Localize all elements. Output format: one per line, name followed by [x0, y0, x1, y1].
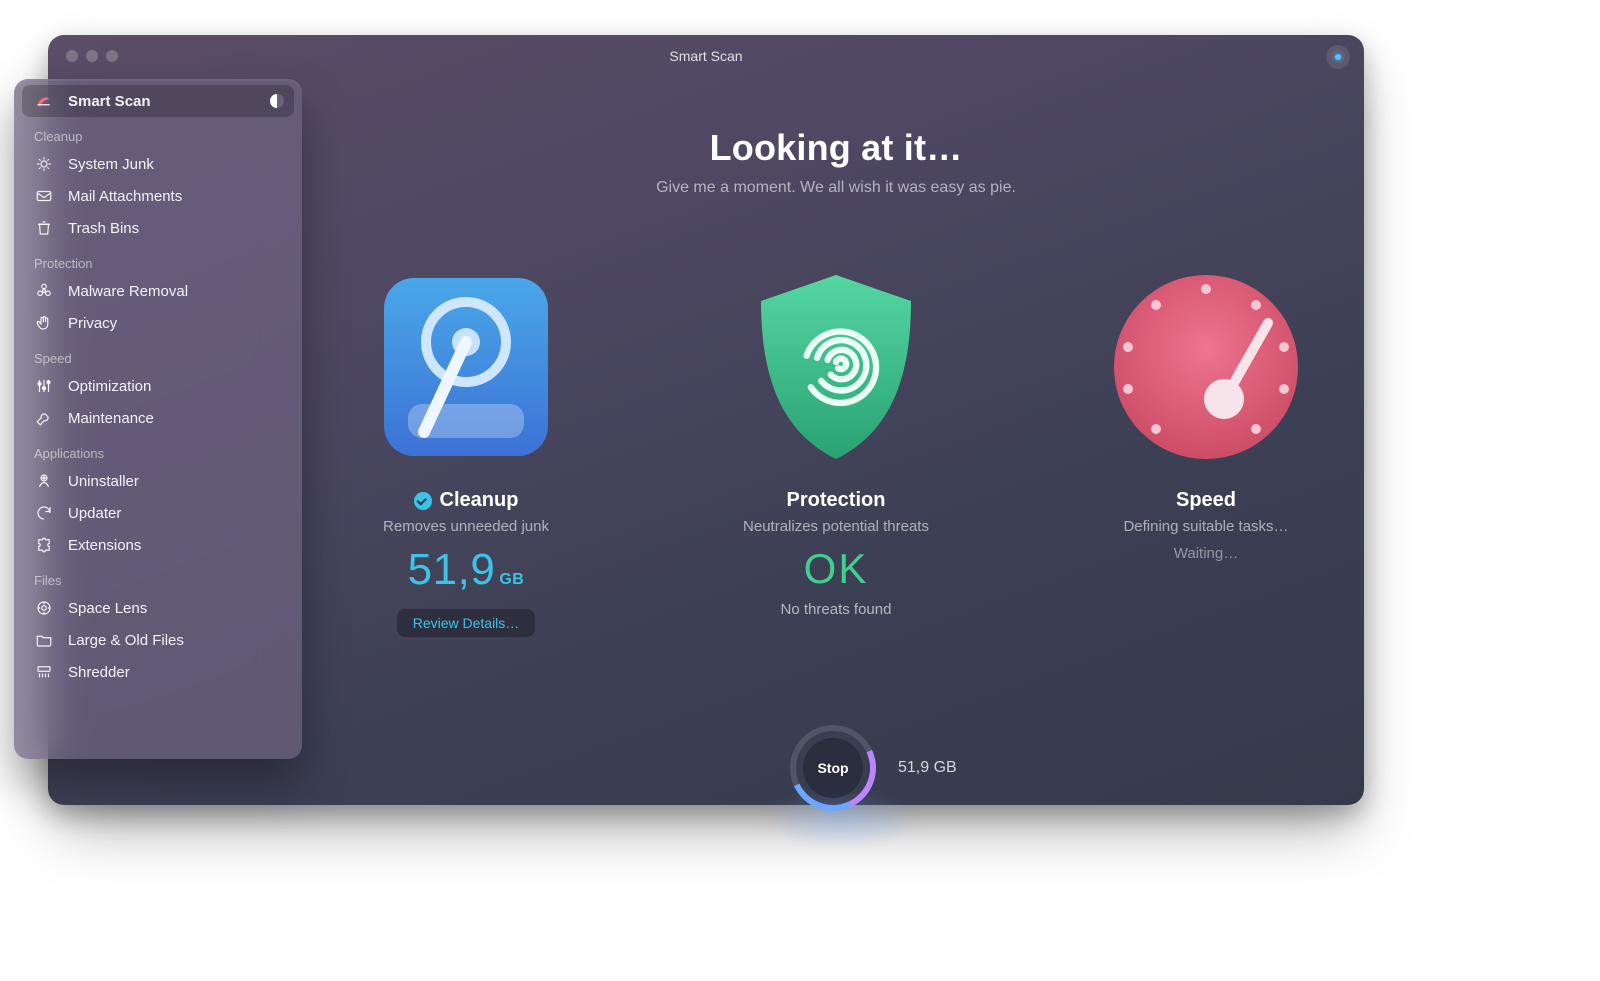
gear-trash-icon [34, 155, 54, 173]
sidebar-header: Files [22, 561, 294, 592]
sidebar-panel: Smart Scan Cleanup System Junk Mail Attachm… [14, 79, 302, 759]
sliders-icon [34, 377, 54, 395]
page-heading: Looking at it… [308, 127, 1364, 169]
card-cleanup-subtitle: Removes unneeded junk [346, 518, 586, 535]
sidebar-item-label: Shredder [68, 664, 130, 681]
sidebar-item-label: Optimization [68, 378, 151, 395]
sidebar-item-label: Malware Removal [68, 283, 188, 300]
hand-icon [34, 314, 54, 332]
card-protection-value: OK [716, 545, 956, 593]
sidebar-header: Applications [22, 434, 294, 465]
radar-icon [34, 92, 54, 110]
check-icon [414, 492, 432, 510]
sidebar-item-maintenance[interactable]: Maintenance [22, 402, 294, 434]
sidebar-item-label: Updater [68, 505, 121, 522]
sidebar-item-space-lens[interactable]: Space Lens [22, 592, 294, 624]
card-speed-subtitle: Defining suitable tasks… [1086, 518, 1326, 535]
shredder-icon [34, 663, 54, 681]
sidebar-item-label: Maintenance [68, 410, 154, 427]
shield-icon [736, 267, 936, 467]
card-protection: Protection Neutralizes potential threats… [716, 267, 956, 637]
window-title: Smart Scan [48, 48, 1364, 64]
sidebar-header: Cleanup [22, 117, 294, 148]
sidebar-item-mail-attachments[interactable]: Mail Attachments [22, 180, 294, 212]
sidebar-item-label: Extensions [68, 537, 141, 554]
review-details-button[interactable]: Review Details… [397, 609, 536, 637]
titlebar: Smart Scan [48, 35, 1364, 77]
disk-icon [366, 267, 566, 467]
sidebar-item-system-junk[interactable]: System Junk [22, 148, 294, 180]
progress-indicator-icon [270, 94, 284, 108]
card-cleanup-title: Cleanup [440, 489, 519, 512]
sidebar-item-label: Smart Scan [68, 93, 151, 110]
close-dot[interactable] [66, 50, 78, 62]
biohazard-icon [34, 282, 54, 300]
sidebar-item-malware-removal[interactable]: Malware Removal [22, 275, 294, 307]
sidebar-item-label: Mail Attachments [68, 188, 182, 205]
wrench-icon [34, 409, 54, 427]
sidebar-header: Speed [22, 339, 294, 370]
sidebar-item-uninstaller[interactable]: Uninstaller [22, 465, 294, 497]
sidebar-header: Protection [22, 244, 294, 275]
updater-icon [34, 504, 54, 522]
sidebar-item-label: Trash Bins [68, 220, 139, 237]
mail-icon [34, 187, 54, 205]
page-subheading: Give me a moment. We all wish it was eas… [308, 179, 1364, 197]
assistant-button[interactable] [1326, 45, 1350, 69]
sidebar-item-updater[interactable]: Updater [22, 497, 294, 529]
card-protection-title: Protection [787, 489, 886, 512]
card-speed-status: Waiting… [1086, 545, 1326, 562]
uninstall-icon [34, 472, 54, 490]
lens-icon [34, 599, 54, 617]
progress-size-label: 51,9 GB [898, 759, 957, 777]
sidebar-item-trash-bins[interactable]: Trash Bins [22, 212, 294, 244]
window-controls[interactable] [66, 50, 118, 62]
sidebar-item-smart-scan[interactable]: Smart Scan [22, 85, 294, 117]
main-content: Looking at it… Give me a moment. We all … [308, 79, 1364, 805]
sidebar-item-label: Uninstaller [68, 473, 139, 490]
sidebar-item-label: Privacy [68, 315, 117, 332]
card-protection-subtitle: Neutralizes potential threats [716, 518, 956, 535]
minimize-dot[interactable] [86, 50, 98, 62]
sidebar-item-label: Space Lens [68, 600, 147, 617]
sidebar-item-extensions[interactable]: Extensions [22, 529, 294, 561]
sidebar-item-privacy[interactable]: Privacy [22, 307, 294, 339]
card-speed-title: Speed [1176, 489, 1236, 512]
gauge-icon [1106, 267, 1306, 467]
sidebar-item-large-old-files[interactable]: Large & Old Files [22, 624, 294, 656]
card-cleanup: Cleanup Removes unneeded junk 51,9GB Rev… [346, 267, 586, 637]
card-protection-status: No threats found [716, 601, 956, 618]
puzzle-icon [34, 536, 54, 554]
sidebar-item-shredder[interactable]: Shredder [22, 656, 294, 688]
stop-button[interactable]: Stop [790, 725, 876, 811]
sidebar-item-optimization[interactable]: Optimization [22, 370, 294, 402]
sidebar-item-label: System Junk [68, 156, 154, 173]
trash-icon [34, 219, 54, 237]
card-cleanup-value: 51,9GB [346, 545, 586, 595]
sidebar-item-label: Large & Old Files [68, 632, 184, 649]
card-speed: Speed Defining suitable tasks… Waiting… [1086, 267, 1326, 637]
zoom-dot[interactable] [106, 50, 118, 62]
folder-icon [34, 631, 54, 649]
